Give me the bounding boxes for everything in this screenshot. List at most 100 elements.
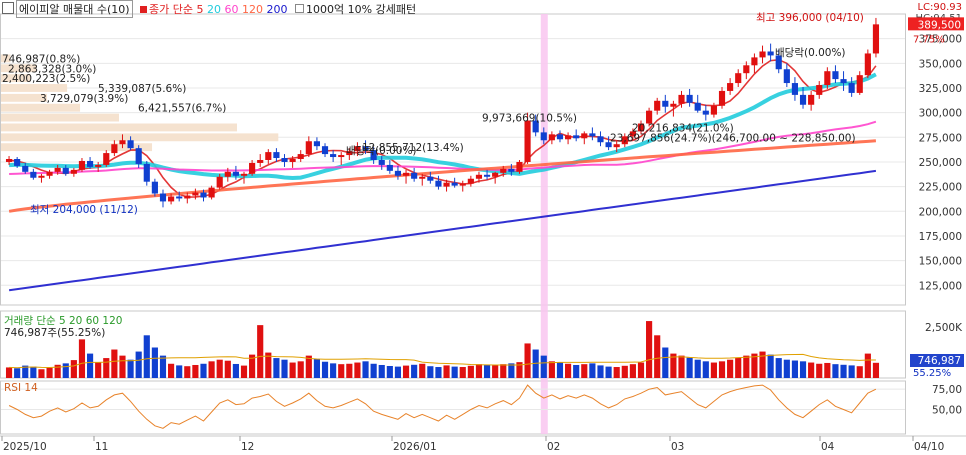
menu-icon[interactable]: [2, 2, 14, 14]
stock-chart-window: 375,000 350,000 325,000 300,000 275,000 250,0…: [0, 0, 966, 455]
volume-bar: [78, 339, 86, 378]
volume-bar: [378, 364, 385, 378]
volume-y-tick: 2,500K: [925, 322, 963, 334]
candle-body: [289, 159, 296, 162]
pattern-label: 1000억 10% 강세패턴: [306, 3, 417, 16]
candle-body: [856, 75, 863, 93]
x-tick-label: 2025/10: [3, 441, 47, 453]
volume-bar: [824, 362, 831, 378]
volume-bar: [386, 366, 393, 378]
candle-body: [249, 162, 256, 174]
volume-bar: [556, 362, 564, 378]
candle-body: [297, 154, 304, 160]
chart-header: 에이피알 매물대 수(10) 종가 단순 5 20 60 120 200 100…: [0, 0, 417, 18]
candle-body: [378, 159, 385, 165]
y-tick-label: 250,000: [919, 157, 962, 169]
candle-body: [22, 165, 29, 172]
rsi-title: RSI 14: [4, 382, 38, 394]
current-price-value: 389,500: [918, 19, 961, 31]
candlestick-chart[interactable]: 375,000350,000325,000300,000275,000250,0…: [0, 0, 966, 455]
volume-bar: [783, 359, 790, 378]
candle-body: [135, 148, 142, 164]
volume-bar: [548, 361, 555, 378]
volume-bar: [467, 365, 474, 378]
candle-body: [824, 71, 831, 86]
candle-body: [54, 167, 61, 172]
volume-bar: [872, 362, 880, 378]
volume-bar: [70, 360, 77, 378]
current-price-pct: 7.75%: [913, 34, 945, 45]
candle-body: [492, 172, 499, 177]
candle-body: [281, 158, 288, 162]
candle-body: [840, 79, 847, 84]
rsi-line: [8, 384, 877, 429]
candle-body: [864, 53, 871, 76]
candle-body: [386, 164, 393, 171]
volume-bar: [540, 355, 547, 378]
candle-body: [313, 141, 320, 147]
candle-body: [111, 144, 118, 154]
candle-body: [402, 172, 410, 176]
candle-body: [176, 196, 183, 199]
candle-body: [500, 168, 507, 173]
candle-body: [686, 94, 693, 103]
candle-body: [872, 24, 880, 54]
rsi-y-tick: 50,00: [932, 405, 962, 417]
candle-body: [573, 135, 580, 139]
candle-body: [70, 169, 77, 174]
volume-bar: [313, 358, 320, 378]
volume-bar: [240, 365, 248, 378]
candle-body: [46, 171, 53, 176]
volume-profile-bar: [1, 113, 119, 122]
volume-bar: [573, 364, 580, 378]
volume-bar: [646, 321, 653, 378]
candle-body: [30, 171, 37, 178]
candle-body: [540, 132, 547, 141]
volume-bar: [338, 364, 345, 378]
candle-body: [265, 152, 272, 160]
ma-square-icon: [140, 6, 148, 13]
candle-body: [321, 146, 329, 155]
candle-body: [816, 85, 823, 95]
volume-bar: [224, 360, 231, 378]
dividend-label: 배당락(0.00%): [775, 47, 846, 59]
ma-20: 20: [207, 3, 222, 16]
y-tick-label: 125,000: [919, 280, 962, 292]
volume-bar: [799, 361, 807, 378]
candle-body: [751, 57, 758, 66]
candle-body: [654, 100, 661, 111]
y-tick-label: 225,000: [919, 182, 962, 194]
candle-body: [735, 73, 742, 84]
candle-body: [119, 140, 126, 145]
volume-bar: [200, 363, 207, 378]
candle-body: [524, 120, 531, 162]
volume-bar: [208, 361, 215, 378]
x-tick-label: 03: [671, 441, 684, 453]
volume-bar: [86, 353, 94, 378]
volume-profile-bar: [1, 84, 68, 92]
volume-bar: [362, 361, 369, 378]
volume-bar: [775, 358, 782, 378]
x-tick-label: 04/10: [914, 441, 944, 453]
candle-body: [127, 140, 134, 149]
candle-body: [419, 176, 426, 179]
volume-bar: [427, 366, 434, 378]
volume-bar: [95, 362, 102, 378]
volume-bar: [451, 366, 458, 378]
volume-bar: [492, 365, 499, 378]
candle-body: [451, 182, 458, 186]
candle-body: [808, 94, 815, 105]
candle-body: [678, 94, 685, 104]
candle-body: [710, 105, 717, 115]
stock-name[interactable]: 에이피알 매물대 수(10): [16, 0, 133, 18]
volume-current-value: 746,987: [918, 355, 961, 367]
y-tick-label: 300,000: [919, 108, 962, 120]
pattern-square-icon: [295, 4, 305, 13]
candle-body: [184, 195, 191, 199]
volume-bar: [856, 366, 863, 378]
volume-title: 거래량 단순 5 20 60 120: [4, 315, 122, 327]
ma-200: 200: [266, 3, 288, 16]
candle-body: [743, 65, 750, 74]
volume-bar: [411, 364, 418, 378]
volume-profile-label: 9,973,669(10.5%): [482, 113, 577, 125]
